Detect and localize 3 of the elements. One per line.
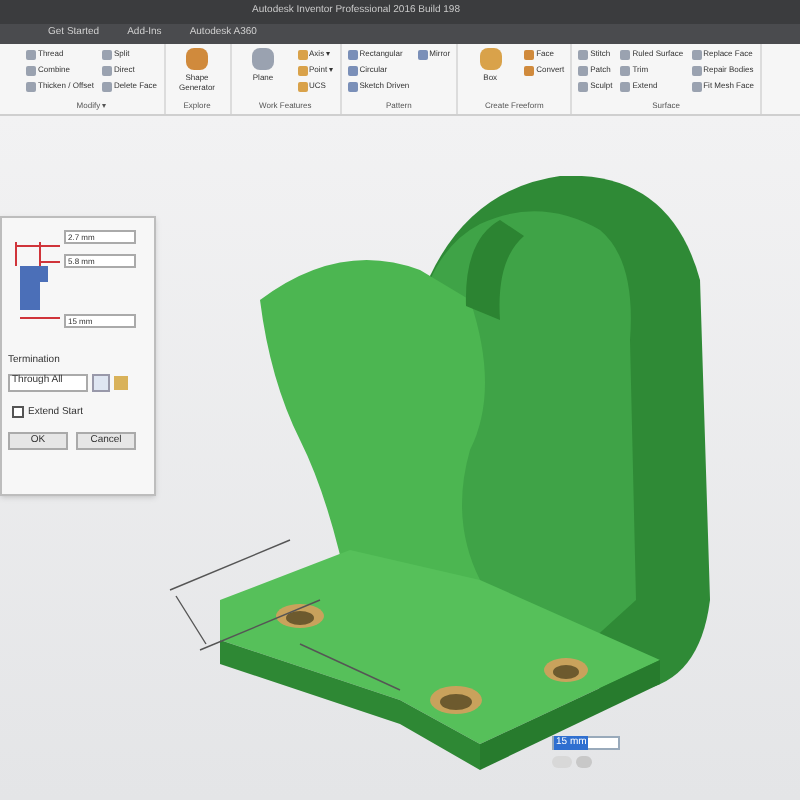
- extend-start-checkbox[interactable]: [12, 406, 24, 419]
- direction-button[interactable]: [92, 373, 110, 391]
- flip-icon[interactable]: [114, 375, 128, 389]
